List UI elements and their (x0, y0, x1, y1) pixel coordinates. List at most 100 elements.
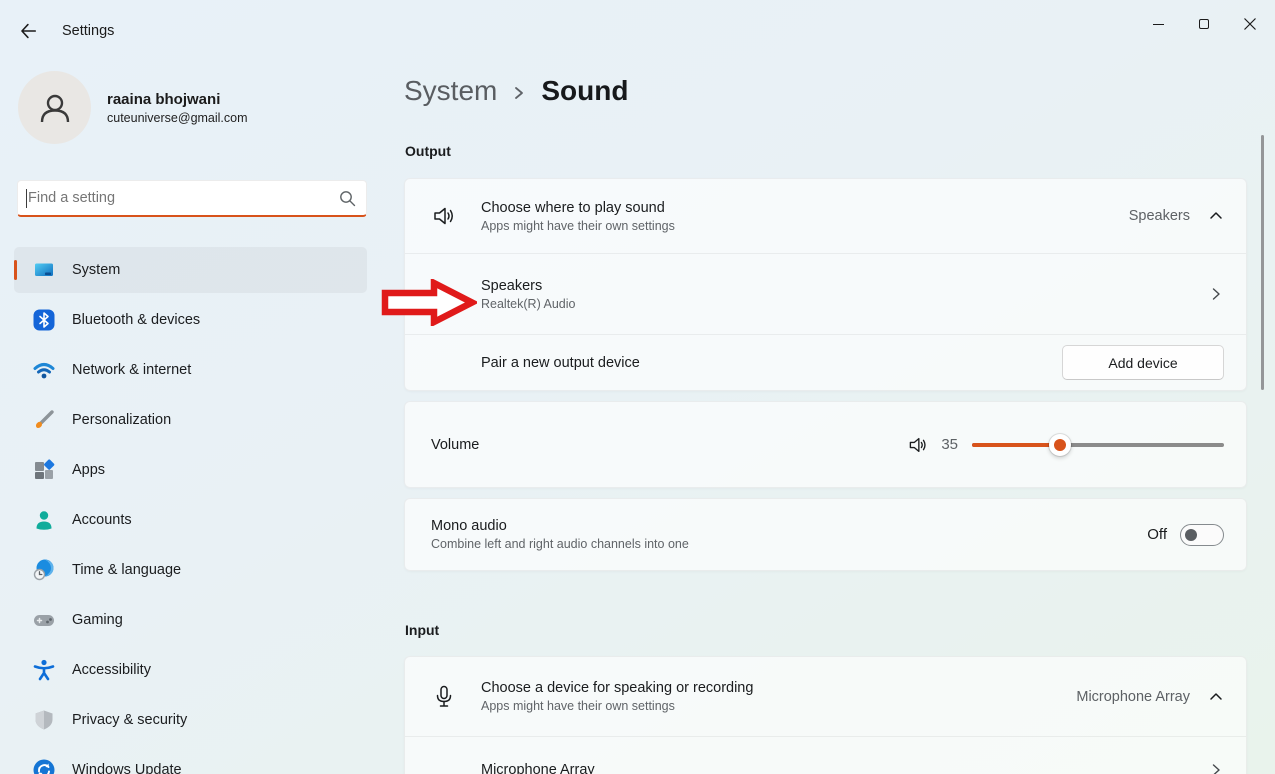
volume-value: 35 (941, 436, 958, 453)
toggle-knob (1185, 529, 1197, 541)
network-icon (32, 358, 56, 382)
breadcrumb-system-link[interactable]: System (404, 75, 497, 107)
sidebar-item-label: Time & language (72, 562, 181, 578)
sidebar-item-label: Privacy & security (72, 712, 187, 728)
search-input[interactable]: Find a setting (17, 180, 367, 217)
choose-input-title: Choose a device for speaking or recordin… (481, 680, 1076, 696)
add-device-button[interactable]: Add device (1062, 345, 1224, 380)
input-section-label: Input (405, 622, 439, 638)
sidebar-item-gaming[interactable]: Gaming (14, 597, 367, 643)
system-icon (32, 258, 56, 282)
input-card-group: Choose a device for speaking or recordin… (404, 656, 1247, 774)
back-arrow-icon (16, 20, 38, 42)
microphone-array-title: Microphone Array (481, 762, 1208, 774)
time-language-icon (32, 558, 56, 582)
speakers-subtitle: Realtek(R) Audio (481, 297, 1208, 311)
user-name: raaina bhojwani (107, 91, 248, 108)
sidebar-item-label: System (72, 262, 120, 278)
vertical-scrollbar[interactable] (1261, 135, 1264, 390)
choose-output-title: Choose where to play sound (481, 200, 1129, 216)
mono-audio-row: Mono audio Combine left and right audio … (405, 499, 1246, 570)
chevron-up-icon[interactable] (1208, 689, 1224, 705)
pair-device-row: Pair a new output device Add device (405, 334, 1246, 390)
titlebar: Settings (0, 0, 1275, 48)
sidebar-item-windows-update[interactable]: Windows Update (14, 747, 367, 774)
page-title: Sound (541, 75, 628, 107)
windows-update-icon (32, 758, 56, 774)
sidebar-item-bluetooth-devices[interactable]: Bluetooth & devices (14, 297, 367, 343)
microphone-icon (431, 684, 457, 710)
choose-output-row[interactable]: Choose where to play sound Apps might ha… (405, 179, 1246, 253)
person-icon (35, 88, 75, 128)
sidebar-item-privacy-security[interactable]: Privacy & security (14, 697, 367, 743)
sidebar-item-label: Bluetooth & devices (72, 312, 200, 328)
avatar (18, 71, 91, 144)
window-title: Settings (62, 23, 114, 39)
sidebar-item-personalization[interactable]: Personalization (14, 397, 367, 443)
sidebar-item-label: Personalization (72, 412, 171, 428)
accounts-icon (32, 508, 56, 532)
chevron-right-icon (1208, 762, 1224, 774)
maximize-icon (1199, 19, 1209, 29)
sidebar-item-label: Accounts (72, 512, 132, 528)
back-button[interactable] (12, 16, 42, 46)
mono-audio-state: Off (1147, 526, 1167, 543)
output-section-label: Output (405, 143, 451, 159)
microphone-array-row[interactable]: Microphone Array (405, 736, 1246, 774)
input-device-value: Microphone Array (1076, 689, 1190, 705)
choose-input-row[interactable]: Choose a device for speaking or recordin… (405, 657, 1246, 736)
personalization-icon (32, 408, 56, 432)
volume-slider[interactable] (972, 434, 1224, 456)
sidebar-nav: System Bluetooth & devices (14, 247, 367, 774)
user-email: cuteuniverse@gmail.com (107, 111, 248, 125)
user-profile[interactable]: raaina bhojwani cuteuniverse@gmail.com (18, 71, 248, 144)
sidebar-item-network-internet[interactable]: Network & internet (14, 347, 367, 393)
volume-slider-fill (972, 443, 1060, 447)
volume-card: Volume 35 (404, 401, 1247, 488)
mono-audio-title: Mono audio (431, 518, 1147, 534)
close-icon (1243, 17, 1257, 31)
search-placeholder: Find a setting (28, 190, 339, 206)
chevron-right-icon (1208, 286, 1224, 302)
volume-slider-thumb[interactable] (1049, 434, 1071, 456)
sidebar-item-apps[interactable]: Apps (14, 447, 367, 493)
maximize-button[interactable] (1181, 0, 1227, 48)
speakers-title: Speakers (481, 278, 1208, 294)
search-icon (339, 190, 356, 207)
close-button[interactable] (1227, 0, 1273, 48)
sidebar-item-label: Accessibility (72, 662, 151, 678)
chevron-up-icon[interactable] (1208, 208, 1224, 224)
shield-icon (32, 708, 56, 732)
minimize-icon (1153, 24, 1164, 25)
pair-device-title: Pair a new output device (481, 355, 1062, 371)
sidebar-item-system[interactable]: System (14, 247, 367, 293)
choose-input-subtitle: Apps might have their own settings (481, 699, 1076, 713)
sidebar-item-label: Windows Update (72, 762, 182, 774)
chevron-right-icon (514, 85, 524, 101)
sidebar-item-label: Network & internet (72, 362, 191, 378)
mono-audio-card: Mono audio Combine left and right audio … (404, 498, 1247, 571)
speakers-device-row[interactable]: Speakers Realtek(R) Audio (405, 253, 1246, 334)
volume-speaker-icon[interactable] (907, 434, 929, 456)
output-card-group: Choose where to play sound Apps might ha… (404, 178, 1247, 391)
breadcrumb: System Sound (404, 75, 628, 107)
sidebar-item-time-language[interactable]: Time & language (14, 547, 367, 593)
speaker-icon (431, 203, 457, 229)
text-cursor (26, 189, 27, 208)
volume-label: Volume (431, 437, 907, 453)
gaming-icon (32, 608, 56, 632)
choose-output-subtitle: Apps might have their own settings (481, 219, 1129, 233)
bluetooth-icon (32, 308, 56, 332)
accessibility-icon (32, 658, 56, 682)
apps-icon (32, 458, 56, 482)
output-device-value: Speakers (1129, 208, 1190, 224)
minimize-button[interactable] (1135, 0, 1181, 48)
mono-audio-subtitle: Combine left and right audio channels in… (431, 537, 1147, 551)
sidebar-item-label: Gaming (72, 612, 123, 628)
sidebar-item-label: Apps (72, 462, 105, 478)
volume-row: Volume 35 (405, 402, 1246, 487)
sidebar-item-accessibility[interactable]: Accessibility (14, 647, 367, 693)
mono-audio-toggle[interactable] (1180, 524, 1224, 546)
sidebar-item-accounts[interactable]: Accounts (14, 497, 367, 543)
settings-window: Settings raaina bhojwani cuteuniverse@gm… (0, 0, 1275, 774)
